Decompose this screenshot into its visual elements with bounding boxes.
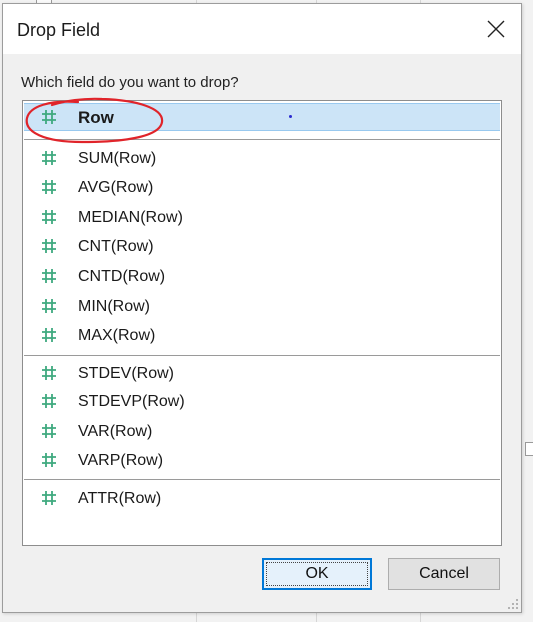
cursor-dot xyxy=(289,115,292,118)
list-item-cnt[interactable]: CNT(Row) xyxy=(24,233,500,261)
list-item-label: MAX(Row) xyxy=(78,327,156,344)
hash-number-icon xyxy=(42,328,56,342)
list-item-label: AVG(Row) xyxy=(78,179,154,196)
field-options-list[interactable]: Row SUM(Row) AVG(Row) MEDIAN(Row) CNT(Ro… xyxy=(22,100,502,546)
list-separator xyxy=(24,139,500,140)
drop-field-dialog: Drop Field Which field do you want to dr… xyxy=(2,3,522,613)
list-item-label: SUM(Row) xyxy=(78,150,157,167)
list-item-attr[interactable]: ATTR(Row) xyxy=(24,485,500,513)
cancel-button-label: Cancel xyxy=(419,565,469,582)
list-item-label: VARP(Row) xyxy=(78,452,164,469)
list-item-label: Row xyxy=(78,108,114,127)
title-bar: Drop Field xyxy=(3,4,521,54)
list-item-label: STDEV(Row) xyxy=(78,365,175,382)
list-item-var[interactable]: VAR(Row) xyxy=(24,418,500,446)
list-item-row[interactable]: Row xyxy=(24,103,500,131)
ok-button[interactable]: OK xyxy=(262,558,372,590)
hash-number-icon xyxy=(42,269,56,283)
hash-number-icon xyxy=(42,394,56,408)
hash-number-icon xyxy=(42,239,56,253)
list-item-stdevp[interactable]: STDEVP(Row) xyxy=(24,388,500,416)
hash-number-icon xyxy=(42,110,56,124)
hash-number-icon xyxy=(42,210,56,224)
hash-number-icon xyxy=(42,424,56,438)
list-item-varp[interactable]: VARP(Row) xyxy=(24,447,500,475)
list-item-label: CNT(Row) xyxy=(78,238,154,255)
hash-number-icon xyxy=(42,151,56,165)
list-item-label: MIN(Row) xyxy=(78,298,150,315)
hash-number-icon xyxy=(42,453,56,467)
list-item-median[interactable]: MEDIAN(Row) xyxy=(24,204,500,232)
background-handle xyxy=(525,442,533,456)
list-item-stdev[interactable]: STDEV(Row) xyxy=(24,360,500,388)
dialog-title: Drop Field xyxy=(17,20,101,40)
list-item-avg[interactable]: AVG(Row) xyxy=(24,174,500,202)
list-item-label: ATTR(Row) xyxy=(78,490,162,507)
hash-number-icon xyxy=(42,491,56,505)
list-separator xyxy=(24,355,500,356)
list-item-label: MEDIAN(Row) xyxy=(78,209,183,226)
cancel-button[interactable]: Cancel xyxy=(388,558,500,590)
list-item-label: STDEVP(Row) xyxy=(78,393,185,410)
ok-button-label: OK xyxy=(305,565,329,582)
list-separator xyxy=(24,479,500,480)
list-item-label: VAR(Row) xyxy=(78,423,153,440)
list-item-max[interactable]: MAX(Row) xyxy=(24,322,500,350)
close-button[interactable] xyxy=(479,12,513,46)
close-icon xyxy=(487,20,505,38)
hash-number-icon xyxy=(42,366,56,380)
list-item-cntd[interactable]: CNTD(Row) xyxy=(24,263,500,291)
dialog-prompt: Which field do you want to drop? xyxy=(21,74,239,91)
hash-number-icon xyxy=(42,180,56,194)
list-item-label: CNTD(Row) xyxy=(78,268,166,285)
hash-number-icon xyxy=(42,299,56,313)
list-item-min[interactable]: MIN(Row) xyxy=(24,293,500,321)
list-item-sum[interactable]: SUM(Row) xyxy=(24,145,500,173)
resize-grip-icon[interactable] xyxy=(507,598,519,610)
